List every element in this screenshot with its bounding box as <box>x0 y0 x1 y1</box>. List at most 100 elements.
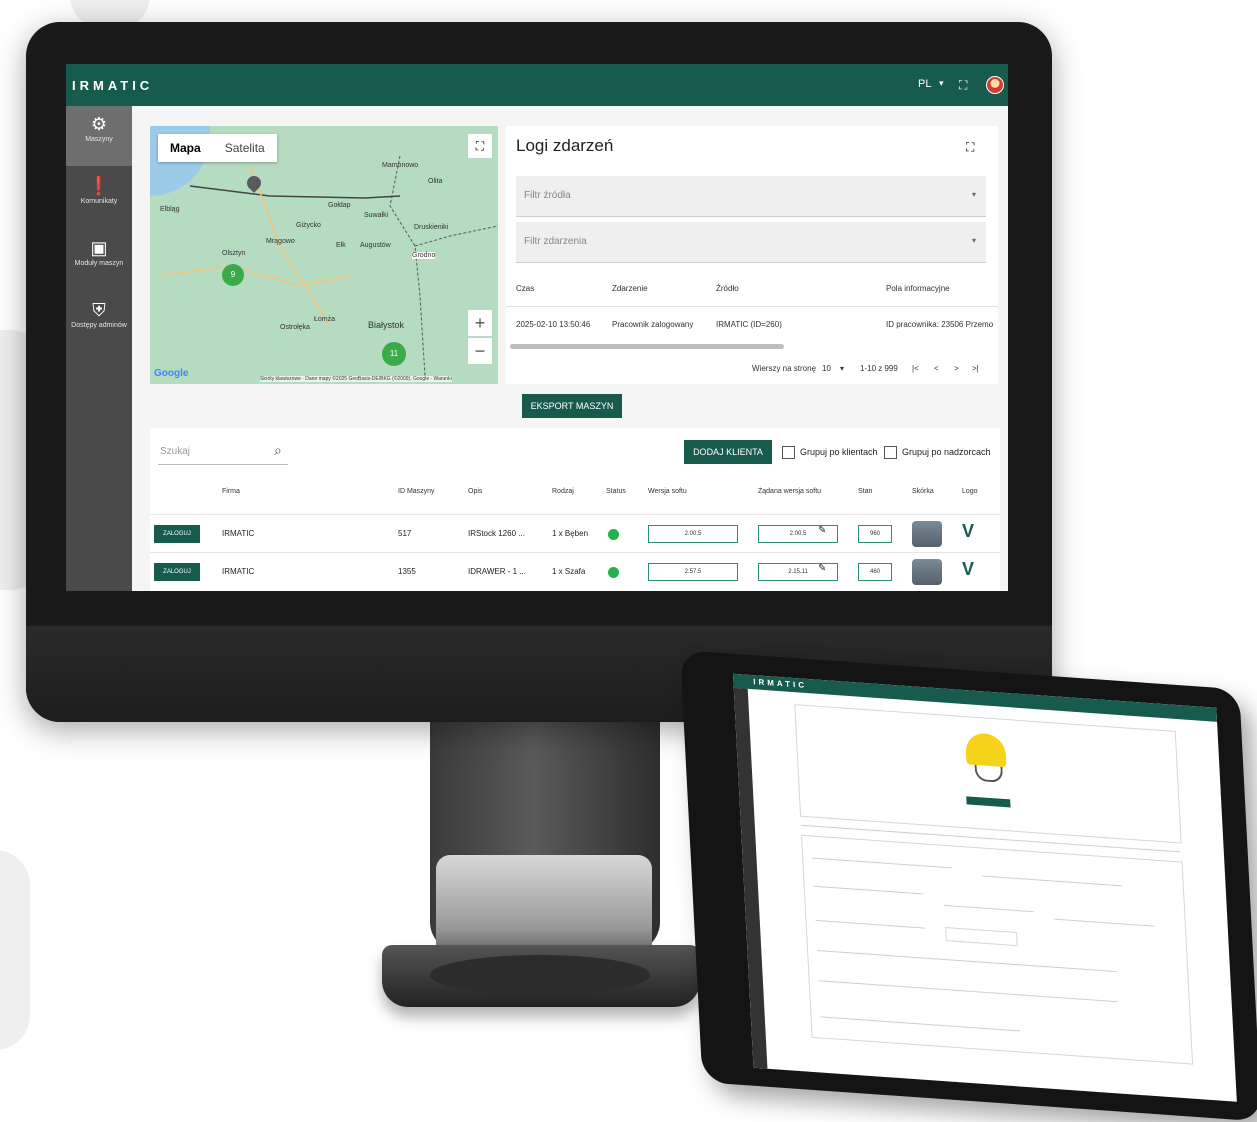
rows-per-page-select[interactable]: 10 <box>822 364 831 373</box>
map[interactable]: Mapa Satelita ⛶ Elbląg Olsztyn Giżycko G… <box>150 126 498 384</box>
tab-map[interactable]: Mapa <box>158 134 213 162</box>
app-logo[interactable]: IRMATIC <box>72 78 153 93</box>
group-by-clients-checkbox[interactable] <box>782 446 795 459</box>
rows-per-page-label: Wierszy na stronę <box>752 364 817 373</box>
chevron-down-icon[interactable]: ▾ <box>840 364 844 373</box>
export-machines-button[interactable]: EKSPORT MASZYN <box>522 394 622 418</box>
map-place-label: Olita <box>428 178 443 185</box>
company-cell: IRMATIC <box>222 529 255 538</box>
main-content: Mapa Satelita ⛶ Elbląg Olsztyn Giżycko G… <box>132 106 1008 591</box>
column-header[interactable]: Status <box>606 488 626 495</box>
logo-icon[interactable]: V <box>962 559 974 580</box>
login-button[interactable]: ZALOGUJ <box>154 563 200 581</box>
chevron-down-icon: ▾ <box>971 190 976 199</box>
monitor-stand-base-top <box>430 955 650 995</box>
map-place-label: Druskieniki <box>414 224 449 231</box>
sidebar-item-alerts[interactable]: ❗ Komunikaty <box>66 168 132 228</box>
map-place-label: Elbląg <box>160 206 180 213</box>
state-field[interactable]: 960 <box>858 525 892 543</box>
column-header[interactable]: Czas <box>516 284 534 293</box>
column-header[interactable]: Pola informacyjne <box>886 284 950 293</box>
column-header[interactable]: Zdarzenie <box>612 284 648 293</box>
language-select[interactable]: PL <box>918 78 931 90</box>
column-header[interactable]: Opis <box>468 488 482 495</box>
zoom-out-button[interactable]: − <box>468 338 492 364</box>
map-place-label: Mamonowo <box>382 162 419 169</box>
column-header[interactable]: Wersja softu <box>648 488 687 495</box>
map-fullscreen-icon[interactable]: ⛶ <box>468 134 492 158</box>
sidebar-item-admin-access[interactable]: ⛨ Dostępy adminów <box>66 292 132 352</box>
log-time: 2025-02-10 13:50:46 <box>516 320 591 329</box>
column-header[interactable]: Żądana wersja softu <box>758 488 821 495</box>
google-logo: Google <box>154 368 189 379</box>
event-filter-select[interactable]: Filtr zdarzenia ▾ <box>516 222 986 263</box>
column-header[interactable]: Firma <box>222 488 240 495</box>
next-page-button[interactable]: > <box>954 364 959 373</box>
edit-icon[interactable]: ✎ <box>818 525 826 536</box>
column-header[interactable]: Logo <box>962 488 978 495</box>
chevron-down-icon: ▾ <box>971 236 976 245</box>
event-logs-card: Logi zdarzeń ⛶ Filtr źródła ▾ Filtr zdar… <box>506 126 998 384</box>
chevron-down-icon[interactable]: ▾ <box>939 78 944 89</box>
edit-icon[interactable]: ✎ <box>818 563 826 574</box>
add-client-button[interactable]: DODAJ KLIENTA <box>684 440 772 464</box>
sidebar-item-machines[interactable]: ⚙ Maszyny <box>66 106 132 166</box>
alert-icon: ❗ <box>87 176 111 196</box>
logs-title: Logi zdarzeń <box>516 136 614 155</box>
table-row[interactable]: ZALOGUJ IRMATIC 517 IRStock 1260 ... 1 x… <box>150 514 1000 553</box>
tablet-bezel: IRMATIC <box>680 650 1257 1122</box>
sidebar-item-modules[interactable]: ▣ Moduły maszyn <box>66 230 132 290</box>
table-row[interactable]: ZALOGUJ IRMATIC 1355 IDRAWER - 1 ... 1 x… <box>150 552 1000 591</box>
map-place-label: Białystok <box>368 320 405 330</box>
search-input[interactable]: Szukaj <box>160 446 190 457</box>
column-header[interactable]: Stan <box>858 488 872 495</box>
map-place-label: Giżycko <box>296 222 321 229</box>
avatar[interactable] <box>986 76 1004 94</box>
software-version-field[interactable]: 2.00.5 <box>648 525 738 543</box>
source-filter-select[interactable]: Filtr źródła ▾ <box>516 176 986 217</box>
state-field[interactable]: 460 <box>858 563 892 581</box>
tablet-sidebar <box>733 687 768 1069</box>
column-header[interactable]: Rodzaj <box>552 488 574 495</box>
tab-satellite[interactable]: Satelita <box>213 134 277 162</box>
machines-table-card: Szukaj ⌕ DODAJ KLIENTA Grupuj po klienta… <box>150 428 1000 591</box>
event-filter-placeholder: Filtr zdarzenia <box>524 236 587 247</box>
search-icon[interactable]: ⌕ <box>274 442 282 459</box>
group-by-supervisors-checkbox[interactable] <box>884 446 897 459</box>
fullscreen-icon[interactable]: ⛶ <box>959 78 967 93</box>
map-place-label: Gołdap <box>328 202 351 209</box>
map-roads <box>159 155 498 377</box>
column-header[interactable]: ID Maszyny <box>398 488 435 495</box>
zoom-in-button[interactable]: + <box>468 310 492 336</box>
login-button[interactable]: ZALOGUJ <box>154 525 200 543</box>
map-attribution[interactable]: Skróty klawiszowe · Dane mapy ©2025 GeoB… <box>260 376 452 382</box>
last-page-button[interactable]: >| <box>972 364 979 373</box>
column-header[interactable]: Skórka <box>912 488 934 495</box>
map-place-label: Grodno <box>412 252 436 259</box>
group-by-clients-label: Grupuj po klientach <box>800 447 878 457</box>
status-indicator <box>608 529 619 540</box>
map-cluster[interactable]: 9 <box>222 264 244 286</box>
sidebar-item-label: Maszyny <box>85 136 113 143</box>
group-by-supervisors-label: Grupuj po nadzorcach <box>902 447 991 457</box>
column-header[interactable]: Źródło <box>716 284 739 293</box>
log-source: IRMATIC (ID=260) <box>716 320 782 329</box>
logo-icon[interactable]: V <box>962 521 974 542</box>
monitor-screen: IRMATIC PL ▾ ⛶ ⚙ Maszyny ❗ Komunikaty ▣ … <box>66 64 1008 591</box>
map-place-label: Suwałki <box>364 212 389 219</box>
map-cluster[interactable]: 11 <box>382 342 406 366</box>
sidebar: ⚙ Maszyny ❗ Komunikaty ▣ Moduły maszyn ⛨… <box>66 106 132 591</box>
horizontal-scrollbar[interactable] <box>510 344 784 349</box>
tablet-app-logo[interactable]: IRMATIC <box>753 677 807 690</box>
fullscreen-icon[interactable]: ⛶ <box>966 140 974 155</box>
software-version-field[interactable]: 2.57.5 <box>648 563 738 581</box>
skin-thumbnail[interactable] <box>912 521 942 547</box>
skin-thumbnail[interactable] <box>912 559 942 585</box>
divider <box>506 306 998 307</box>
prev-page-button[interactable]: < <box>934 364 939 373</box>
log-info: ID pracownika: 23506 Przemo <box>886 320 994 329</box>
map-place-label: Łomża <box>314 316 336 323</box>
first-page-button[interactable]: |< <box>912 364 919 373</box>
type-cell: 1 x Szafa <box>552 567 586 576</box>
description-cell: IDRAWER - 1 ... <box>468 567 526 576</box>
